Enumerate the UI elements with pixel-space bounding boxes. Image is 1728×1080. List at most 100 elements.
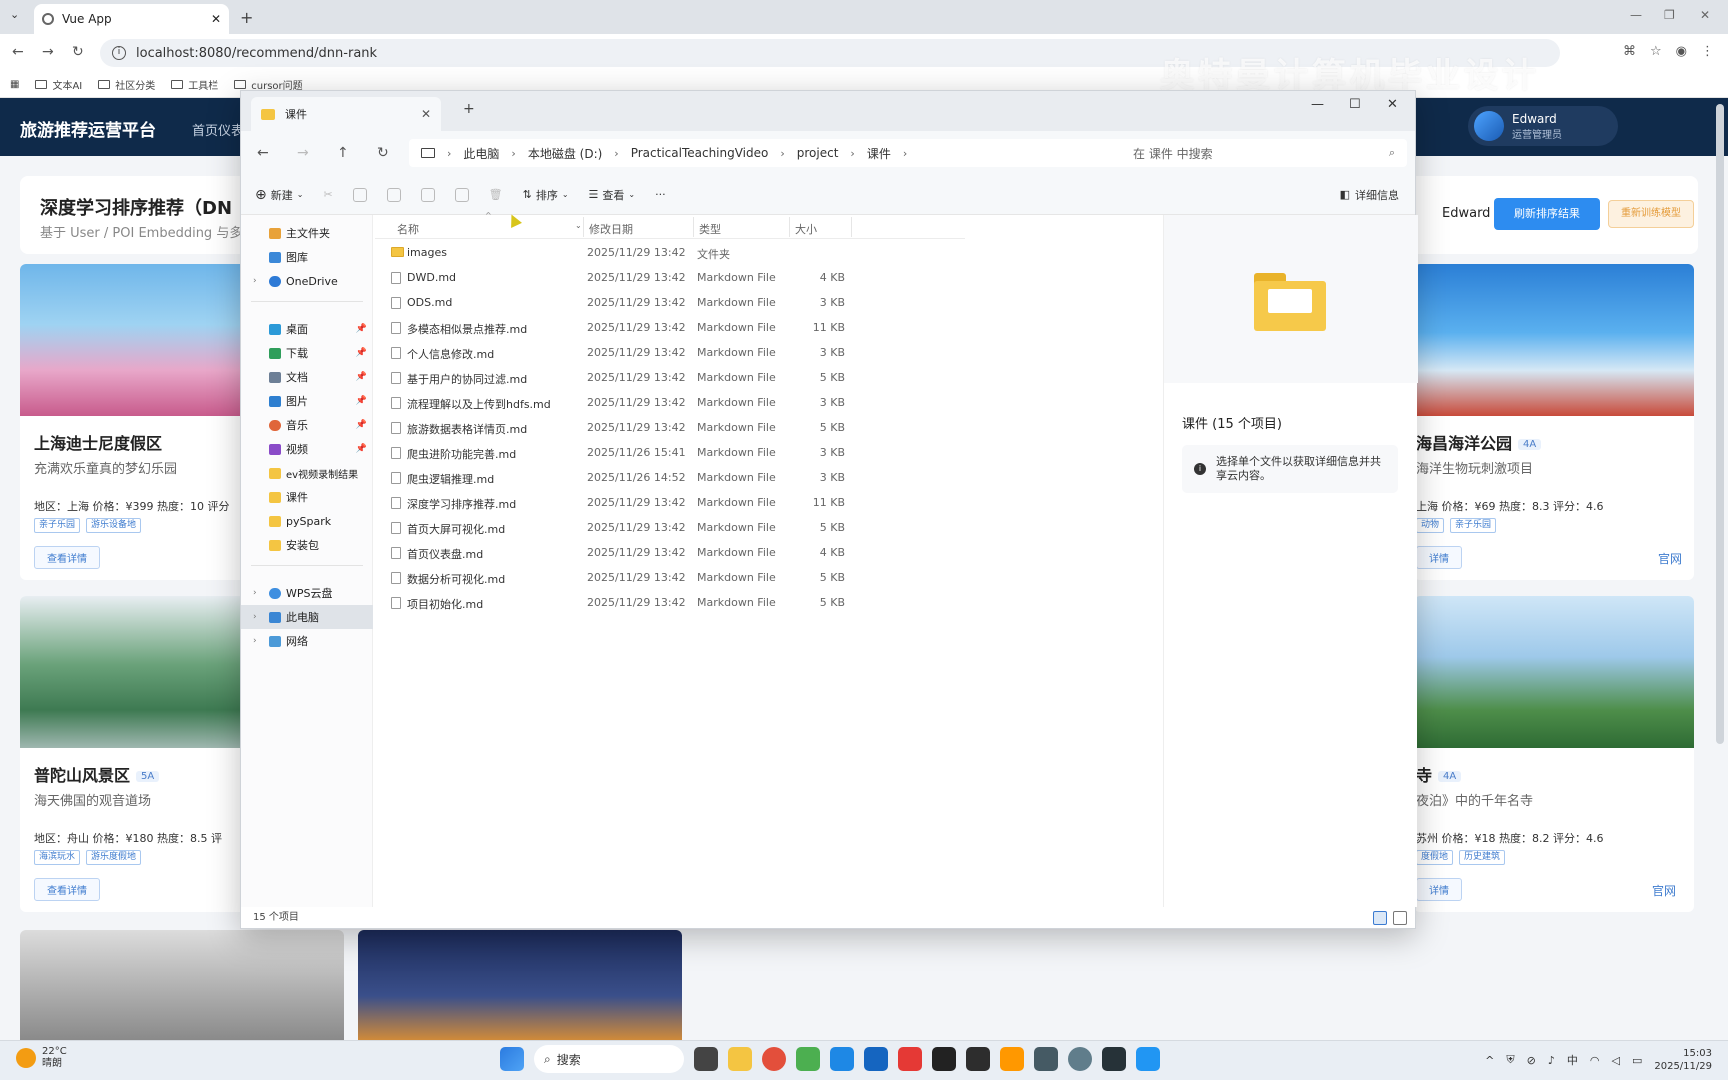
file-row[interactable]: 项目初始化.md 2025/11/29 13:42 Markdown File 5 K… xyxy=(375,591,935,615)
sidebar-item-pictures[interactable]: 图片 📌 xyxy=(241,389,373,413)
file-explorer-icon[interactable] xyxy=(728,1047,752,1071)
tiles-view-icon[interactable] xyxy=(1393,911,1407,925)
rename-icon[interactable] xyxy=(420,187,435,202)
sidebar-item-documents[interactable]: 文档 📌 xyxy=(241,365,373,389)
file-row[interactable]: 基于用户的协同过滤.md 2025/11/29 13:42 Markdown Fil… xyxy=(375,366,935,390)
breadcrumb-item[interactable]: 此电脑 xyxy=(463,145,499,162)
file-row[interactable]: 首页大屏可视化.md 2025/11/29 13:42 Markdown File 5… xyxy=(375,516,935,540)
menu-icon[interactable]: ⋮ xyxy=(1701,44,1714,59)
app-icon[interactable] xyxy=(1034,1047,1058,1071)
browser-tab[interactable]: Vue App ✕ xyxy=(34,4,229,34)
forward-icon[interactable]: → xyxy=(42,44,54,60)
file-row[interactable]: 深度学习排序推荐.md 2025/11/29 13:42 Markdown File… xyxy=(375,491,935,515)
pin-icon[interactable]: 📌 xyxy=(356,324,367,334)
file-row[interactable]: 个人信息修改.md 2025/11/29 13:42 Markdown File 3 … xyxy=(375,341,935,365)
reload-icon[interactable]: ↻ xyxy=(72,44,84,60)
search-input[interactable]: 在 课件 中搜索 ⌕ xyxy=(1121,139,1407,167)
breadcrumb-item[interactable]: 课件 xyxy=(867,145,891,162)
file-row[interactable]: DWD.md 2025/11/29 13:42 Markdown File 4 KB xyxy=(375,266,935,290)
bookmark-item[interactable]: 文本AI xyxy=(35,77,82,92)
sidebar-item-this-pc[interactable]: › 此电脑 xyxy=(241,605,373,629)
app-icon[interactable] xyxy=(932,1047,956,1071)
up-icon[interactable]: ↑ xyxy=(337,145,349,161)
bookmark-item[interactable]: 社区分类 xyxy=(98,77,155,92)
start-icon[interactable] xyxy=(500,1047,524,1071)
wifi-icon[interactable]: ◠ xyxy=(1590,1054,1600,1067)
profile-icon[interactable]: ◉ xyxy=(1676,44,1687,59)
sidebar-item-network[interactable]: › 网络 xyxy=(241,629,373,653)
explorer-tab[interactable]: 课件 ✕ xyxy=(251,97,441,131)
pin-icon[interactable]: 📌 xyxy=(356,372,367,382)
tray-expand-icon[interactable]: ^ xyxy=(1485,1054,1494,1067)
close-tab-icon[interactable]: ✕ xyxy=(211,12,221,26)
new-tab-button[interactable]: + xyxy=(240,8,253,27)
restore-icon[interactable]: ❐ xyxy=(1664,8,1675,22)
sidebar-item-onedrive[interactable]: › OneDrive xyxy=(241,269,373,293)
breadcrumb-item[interactable]: PracticalTeachingVideo xyxy=(631,146,769,160)
breadcrumb-item[interactable]: project xyxy=(797,146,839,160)
close-window-icon[interactable]: ✕ xyxy=(1700,8,1710,22)
file-row[interactable]: 爬虫进阶功能完善.md 2025/11/26 15:41 Markdown File… xyxy=(375,441,935,465)
breadcrumb-item[interactable]: 本地磁盘 (D:) xyxy=(528,145,602,162)
official-site-link[interactable]: 官网 xyxy=(1652,882,1676,899)
sort-button[interactable]: ⇅ 排序 ⌄ xyxy=(523,187,569,203)
mic-icon[interactable]: ♪ xyxy=(1548,1054,1555,1067)
close-tab-icon[interactable]: ✕ xyxy=(421,107,431,121)
view-detail-button[interactable]: 详情 xyxy=(1416,546,1462,569)
pin-icon[interactable]: 📌 xyxy=(356,396,367,406)
sidebar-item-pyspark[interactable]: pySpark xyxy=(241,509,373,533)
user-menu[interactable]: Edward 运营管理员 xyxy=(1468,106,1618,146)
file-row[interactable]: images 2025/11/29 13:42 文件夹 xyxy=(375,241,935,265)
sidebar-item-courseware[interactable]: 课件 xyxy=(241,485,373,509)
bookmark-item[interactable]: 工具栏 xyxy=(171,77,218,92)
forward-icon[interactable]: → xyxy=(297,145,309,161)
minimize-icon[interactable]: — xyxy=(1630,8,1642,22)
wps-icon[interactable] xyxy=(898,1047,922,1071)
security-icon[interactable]: ⛨ xyxy=(1506,1053,1514,1067)
new-button[interactable]: ⊕ 新建 ⌄ xyxy=(255,187,303,203)
view-detail-button[interactable]: 查看详情 xyxy=(34,546,100,569)
pycharm-icon[interactable] xyxy=(966,1047,990,1071)
file-row[interactable]: ODS.md 2025/11/29 13:42 Markdown File 3 KB xyxy=(375,291,935,315)
column-filter-icon[interactable]: ⌄ xyxy=(575,221,582,230)
close-window-icon[interactable]: ✕ xyxy=(1387,97,1398,112)
taskbar-search[interactable]: ⌕ 搜索 xyxy=(534,1045,684,1073)
column-name[interactable]: 名称 xyxy=(397,221,419,237)
file-row[interactable]: 首页仪表盘.md 2025/11/29 13:42 Markdown File 4 K… xyxy=(375,541,935,565)
delete-icon[interactable]: 🗑 xyxy=(489,188,503,201)
file-row[interactable]: 流程理解以及上传到hdfs.md 2025/11/29 13:42 Markdown… xyxy=(375,391,935,415)
copy-icon[interactable] xyxy=(352,187,367,202)
app-icon[interactable] xyxy=(1068,1047,1092,1071)
sidebar-item-downloads[interactable]: 下载 📌 xyxy=(241,341,373,365)
sidebar-item-music[interactable]: 音乐 📌 xyxy=(241,413,373,437)
pin-icon[interactable]: 📌 xyxy=(356,348,367,358)
terminal-icon[interactable] xyxy=(1102,1047,1126,1071)
file-row[interactable]: 数据分析可视化.md 2025/11/29 13:42 Markdown File 5… xyxy=(375,566,935,590)
column-date[interactable]: 修改日期 xyxy=(589,221,633,237)
pin-icon[interactable]: 📌 xyxy=(356,420,367,430)
column-type[interactable]: 类型 xyxy=(699,221,721,237)
more-button[interactable]: ··· xyxy=(655,188,666,201)
task-view-icon[interactable] xyxy=(694,1047,718,1071)
apps-grid-icon[interactable]: ▦ xyxy=(10,79,19,90)
file-row[interactable]: 多模态相似景点推荐.md 2025/11/29 13:42 Markdown Fil… xyxy=(375,316,935,340)
pin-icon[interactable]: 📌 xyxy=(356,444,367,454)
app-icon[interactable] xyxy=(796,1047,820,1071)
official-site-link[interactable]: 官网 xyxy=(1658,550,1682,567)
view-button[interactable]: ☰ 查看 ⌄ xyxy=(589,187,636,203)
app-icon[interactable] xyxy=(1000,1047,1024,1071)
minimize-icon[interactable]: — xyxy=(1311,97,1324,112)
nav-dashboard[interactable]: 首页仪表 xyxy=(192,120,244,139)
column-size[interactable]: 大小 xyxy=(795,221,817,237)
details-pane-button[interactable]: ◧ 详细信息 xyxy=(1340,187,1399,203)
file-row[interactable]: 旅游数据表格详情页.md 2025/11/29 13:42 Markdown Fil… xyxy=(375,416,935,440)
refresh-rank-button[interactable]: 刷新排序结果 xyxy=(1494,198,1600,230)
translate-icon[interactable]: ⌘ xyxy=(1623,44,1636,59)
retrain-model-button[interactable]: 重新训练模型 xyxy=(1608,200,1694,228)
sidebar-item-gallery[interactable]: 图库 xyxy=(241,245,373,269)
sidebar-item-ev-folder[interactable]: ev视频录制结果 xyxy=(241,461,373,485)
cut-icon[interactable]: ✂ xyxy=(323,188,332,201)
app-icon[interactable] xyxy=(830,1047,854,1071)
back-icon[interactable]: ← xyxy=(257,145,269,161)
view-detail-button[interactable]: 查看详情 xyxy=(34,878,100,901)
